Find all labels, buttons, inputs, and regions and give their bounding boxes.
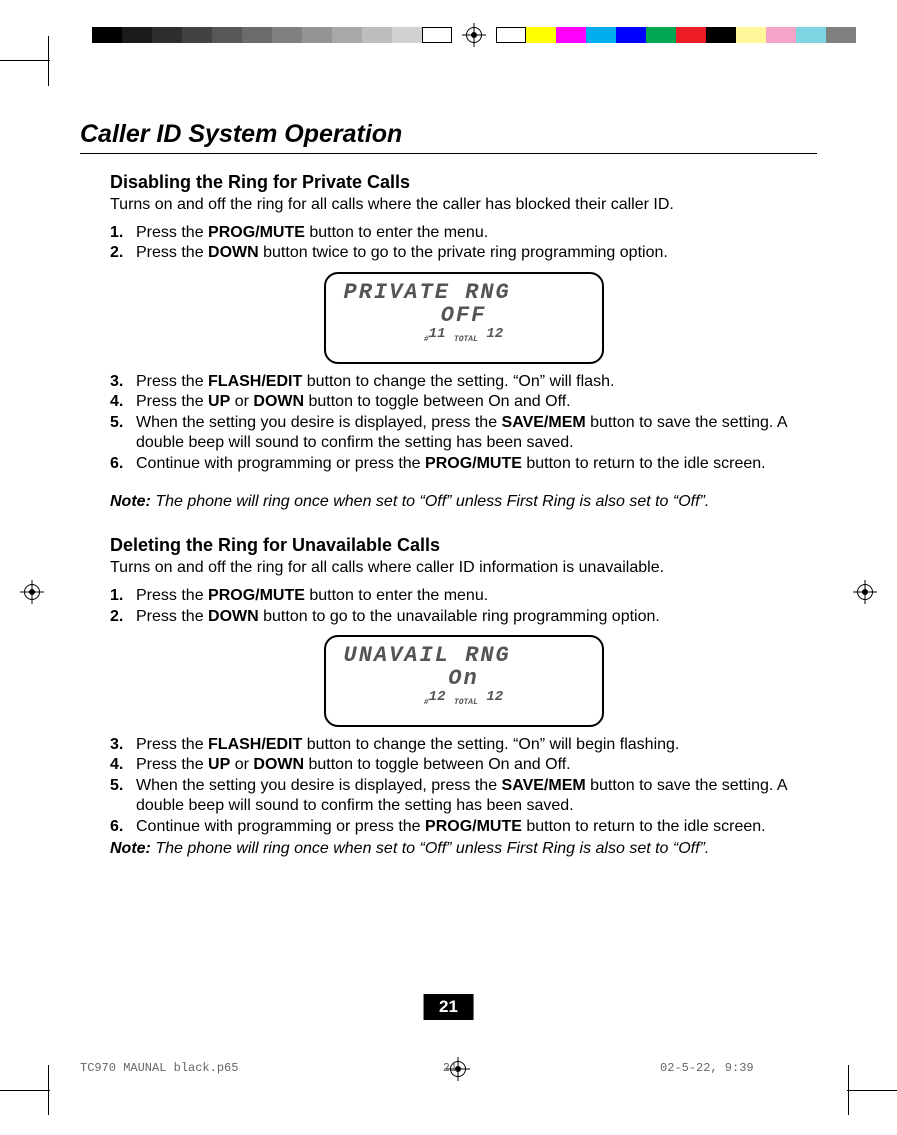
section-heading: Disabling the Ring for Private Calls <box>110 172 817 193</box>
step-item: 1.Press the PROG/MUTE button to enter th… <box>110 586 817 606</box>
section-unavailable-ring: Deleting the Ring for Unavailable Calls … <box>110 535 817 860</box>
printer-color-bar <box>0 26 897 44</box>
lcd-counter: #12 TOTAL 12 <box>338 689 590 707</box>
lcd-value: On <box>338 666 590 691</box>
step-item: 6.Continue with programming or press the… <box>110 454 817 474</box>
step-item: 6.Continue with programming or press the… <box>110 817 817 837</box>
footer-page: 21 <box>360 1061 540 1075</box>
section-lead: Turns on and off the ring for all calls … <box>110 195 817 215</box>
page-title: Caller ID System Operation <box>80 120 817 154</box>
step-item: 5.When the setting you desire is display… <box>110 413 817 454</box>
step-item: 3.Press the FLASH/EDIT button to change … <box>110 735 817 755</box>
section-lead: Turns on and off the ring for all calls … <box>110 558 817 578</box>
crop-mark-icon <box>847 1065 897 1115</box>
lcd-title: UNAVAIL RNG <box>338 643 590 668</box>
print-footer: TC970 MAUNAL black.p65 21 02-5-22, 9:39 <box>80 1061 817 1075</box>
crop-mark-icon <box>0 1065 50 1115</box>
registration-mark-icon <box>20 580 44 604</box>
page-content: Caller ID System Operation Disabling the… <box>80 110 817 876</box>
lcd-private-ring: PRIVATE RNG OFF #11 TOTAL 12 <box>324 272 604 364</box>
step-item: 3.Press the FLASH/EDIT button to change … <box>110 372 817 392</box>
step-item: 2.Press the DOWN button to go to the una… <box>110 607 817 627</box>
step-item: 5.When the setting you desire is display… <box>110 776 817 817</box>
crop-mark-icon <box>0 36 50 86</box>
lcd-value: OFF <box>338 303 590 328</box>
lcd-counter: #11 TOTAL 12 <box>338 326 590 344</box>
lcd-unavailable-ring: UNAVAIL RNG On #12 TOTAL 12 <box>324 635 604 727</box>
section-private-ring: Disabling the Ring for Private Calls Tur… <box>110 172 817 513</box>
step-item: 4.Press the UP or DOWN button to toggle … <box>110 392 817 412</box>
step-item: 4.Press the UP or DOWN button to toggle … <box>110 755 817 775</box>
section-note: Note: The phone will ring once when set … <box>110 839 817 860</box>
section-note: Note: The phone will ring once when set … <box>110 492 817 513</box>
section-heading: Deleting the Ring for Unavailable Calls <box>110 535 817 556</box>
step-item: 2.Press the DOWN button twice to go to t… <box>110 243 817 263</box>
registration-mark-icon <box>853 580 877 604</box>
lcd-title: PRIVATE RNG <box>338 280 590 305</box>
manual-page: Caller ID System Operation Disabling the… <box>0 0 897 1135</box>
step-item: 1.Press the PROG/MUTE button to enter th… <box>110 223 817 243</box>
footer-filename: TC970 MAUNAL black.p65 <box>80 1061 360 1075</box>
registration-mark-icon <box>462 23 486 47</box>
page-number: 21 <box>423 994 474 1020</box>
footer-date: 02-5-22, 9:39 <box>540 1061 817 1075</box>
